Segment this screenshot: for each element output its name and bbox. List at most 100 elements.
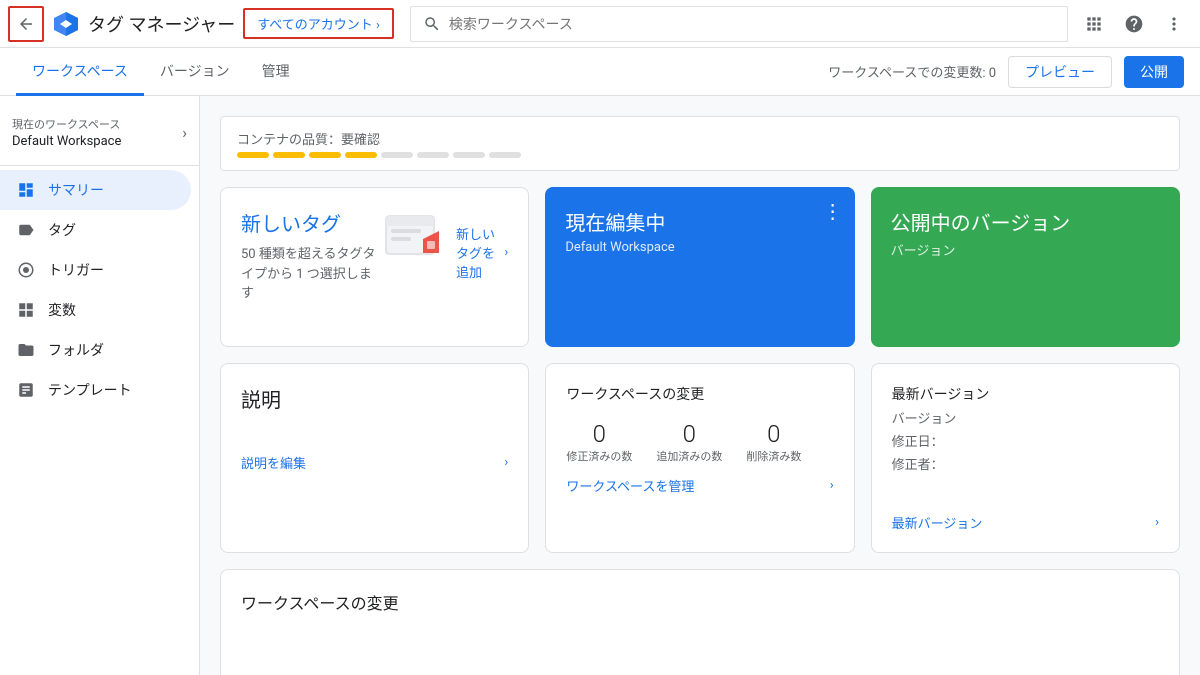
help-icon-button[interactable]	[1116, 6, 1152, 42]
version-label: バージョン	[892, 408, 1159, 427]
modified-label: 修正日：	[892, 431, 1159, 450]
workspace-changes-footer[interactable]: ワークスペースを管理 ›	[566, 476, 833, 495]
latest-version-title: 最新バージョン	[892, 384, 1159, 404]
card-description: 説明 説明を編集 ›	[220, 363, 529, 553]
new-tag-illustration	[376, 208, 456, 268]
apps-icon-button[interactable]	[1076, 6, 1112, 42]
app-title: タグ マネージャー	[88, 11, 235, 37]
published-subtitle: バージョン	[891, 240, 1160, 259]
nav-right: ワークスペースでの変更数: 0 プレビュー 公開	[828, 56, 1184, 88]
search-icon	[423, 15, 441, 33]
tag-icon	[16, 221, 36, 239]
trigger-icon	[16, 261, 36, 279]
latest-version-footer-label: 最新バージョン	[892, 513, 983, 532]
cards-grid-top: 新しいタグ 50 種類を超えるタグタイプから 1 つ選択します 新しいタグを追加	[220, 187, 1180, 347]
search-input[interactable]	[449, 16, 1055, 32]
new-tag-footer[interactable]: 新しいタグを追加 ›	[456, 224, 508, 281]
tab-version[interactable]: バージョン	[144, 48, 246, 96]
description-footer[interactable]: 説明を編集 ›	[241, 453, 508, 472]
workspace-selector[interactable]: 現在のワークスペース Default Workspace ›	[0, 108, 199, 157]
sidebar: 現在のワークスペース Default Workspace › サマリー タグ ト…	[0, 96, 200, 675]
card-workspace-changes: ワークスペースの変更 0 修正済みの数 0 追加済みの数 0 削除済み数	[545, 363, 854, 553]
sidebar-item-template[interactable]: テンプレート	[0, 370, 191, 410]
card-current-editing: 現在編集中 Default Workspace ⋮	[545, 187, 854, 347]
description-title: 説明	[241, 384, 508, 413]
modifier-label: 修正者：	[892, 454, 1159, 473]
quality-dot-1	[237, 152, 269, 158]
content-area: コンテナの品質：要確認 新しいタグ 50 種類を超える	[200, 96, 1200, 675]
back-button[interactable]	[8, 6, 44, 42]
description-chevron: ›	[504, 455, 508, 470]
sidebar-item-variable[interactable]: 変数	[0, 290, 191, 330]
quality-dot-4	[345, 152, 377, 158]
new-tag-footer-label: 新しいタグを追加	[456, 224, 504, 281]
publish-button[interactable]: 公開	[1124, 56, 1184, 88]
new-tag-chevron: ›	[504, 245, 508, 260]
workspace-changes-chevron: ›	[830, 478, 834, 493]
sidebar-item-trigger[interactable]: トリガー	[0, 250, 191, 290]
main-layout: 現在のワークスペース Default Workspace › サマリー タグ ト…	[0, 96, 1200, 675]
stat-modified-number: 0	[566, 420, 632, 448]
top-bar: タグ マネージャー すべてのアカウント ›	[0, 0, 1200, 48]
quality-dot-5	[381, 152, 413, 158]
top-bar-actions	[1076, 6, 1192, 42]
quality-label: コンテナの品質：要確認	[237, 129, 521, 148]
card-current-menu-button[interactable]: ⋮	[823, 199, 843, 223]
nav-tabs: ワークスペース バージョン 管理 ワークスペースでの変更数: 0 プレビュー 公…	[0, 48, 1200, 96]
search-bar	[410, 6, 1068, 42]
sidebar-item-tag[interactable]: タグ	[0, 210, 191, 250]
summary-icon	[16, 181, 36, 199]
card-new-tag: 新しいタグ 50 種類を超えるタグタイプから 1 つ選択します 新しいタグを追加	[220, 187, 529, 347]
stat-modified-label: 修正済みの数	[566, 448, 632, 464]
workspace-label: 現在のワークスペース	[12, 116, 121, 132]
workspace-changes-footer-label: ワークスペースを管理	[566, 476, 694, 495]
more-icon-button[interactable]	[1156, 6, 1192, 42]
stat-modified: 0 修正済みの数	[566, 420, 632, 464]
tab-workspace[interactable]: ワークスペース	[16, 48, 144, 96]
quality-dot-6	[417, 152, 449, 158]
workspace-changes-title: ワークスペースの変更	[566, 384, 833, 404]
quality-dot-2	[273, 152, 305, 158]
breadcrumb-text: すべてのアカウント ›	[257, 18, 380, 33]
empty-state	[241, 638, 1159, 675]
description-footer-label: 説明を編集	[241, 453, 306, 472]
tab-management[interactable]: 管理	[246, 48, 306, 96]
preview-button[interactable]: プレビュー	[1008, 56, 1112, 88]
account-breadcrumb[interactable]: すべてのアカウント ›	[243, 8, 394, 39]
changes-stats: 0 修正済みの数 0 追加済みの数 0 削除済み数	[566, 420, 833, 464]
variable-icon	[16, 301, 36, 319]
stat-added-label: 追加済みの数	[656, 448, 722, 464]
card-published-version: 公開中のバージョン バージョン	[871, 187, 1180, 347]
quality-dots	[237, 152, 521, 158]
sidebar-divider	[0, 165, 199, 166]
current-editing-title: 現在編集中	[565, 207, 834, 236]
new-tag-description: 50 種類を超えるタグタイプから 1 つ選択します	[241, 245, 376, 304]
stat-deleted-number: 0	[746, 420, 801, 448]
quality-dot-3	[309, 152, 341, 158]
workspace-name: Default Workspace	[12, 134, 121, 149]
latest-version-chevron: ›	[1155, 515, 1159, 530]
latest-version-footer[interactable]: 最新バージョン ›	[892, 513, 1159, 532]
new-tag-title: 新しいタグ	[241, 208, 376, 237]
sidebar-item-summary[interactable]: サマリー	[0, 170, 191, 210]
quality-dot-8	[489, 152, 521, 158]
stat-deleted-label: 削除済み数	[746, 448, 801, 464]
workspace-changes-section-title: ワークスペースの変更	[241, 590, 1159, 614]
template-icon	[16, 381, 36, 399]
quality-dot-7	[453, 152, 485, 158]
workspace-changes-section: ワークスペースの変更	[220, 569, 1180, 675]
workspace-chevron-icon: ›	[182, 123, 187, 142]
card-current-menu-icon: ⋮	[823, 199, 843, 223]
folder-icon	[16, 341, 36, 359]
stat-deleted: 0 削除済み数	[746, 420, 801, 464]
card-latest-version: 最新バージョン バージョン 修正日： 修正者： 最新バージョン ›	[871, 363, 1180, 553]
stat-added-number: 0	[656, 420, 722, 448]
cards-grid-bottom: 説明 説明を編集 › ワークスペースの変更 0 修正済みの数 0 追加済みの数	[220, 363, 1180, 553]
sidebar-item-folder[interactable]: フォルダ	[0, 330, 191, 370]
app-logo: タグ マネージャー	[52, 10, 235, 38]
stat-added: 0 追加済みの数	[656, 420, 722, 464]
changes-count: ワークスペースでの変更数: 0	[828, 62, 996, 81]
quality-banner: コンテナの品質：要確認	[220, 116, 1180, 171]
current-editing-subtitle: Default Workspace	[565, 240, 834, 255]
published-title: 公開中のバージョン	[891, 207, 1160, 236]
